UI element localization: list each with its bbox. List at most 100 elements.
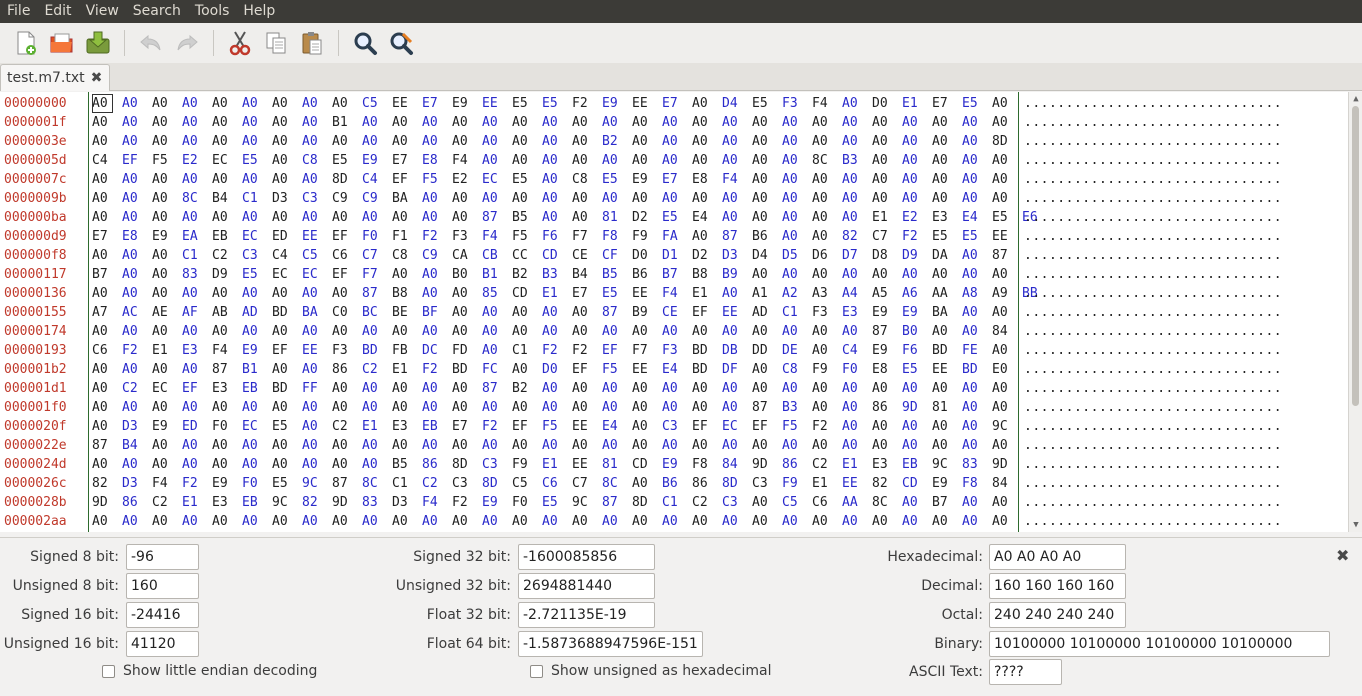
hex-byte[interactable]: A0 bbox=[572, 322, 602, 341]
hex-byte[interactable]: A0 bbox=[272, 436, 302, 455]
hex-byte[interactable]: A0 bbox=[152, 113, 182, 132]
hex-byte[interactable]: FC bbox=[482, 360, 512, 379]
hex-byte[interactable]: A0 bbox=[812, 379, 842, 398]
hex-byte[interactable]: A0 bbox=[542, 303, 572, 322]
hex-byte[interactable]: A0 bbox=[182, 512, 212, 531]
hex-byte[interactable]: E2 bbox=[182, 151, 212, 170]
hex-byte[interactable]: C2 bbox=[812, 455, 842, 474]
hex-byte[interactable]: C4 bbox=[842, 341, 872, 360]
hex-byte[interactable]: 8D bbox=[722, 474, 752, 493]
hex-byte[interactable]: A0 bbox=[212, 208, 242, 227]
hex-byte[interactable]: C9 bbox=[422, 246, 452, 265]
hex-byte[interactable]: A0 bbox=[392, 436, 422, 455]
hex-byte[interactable]: 9C bbox=[572, 493, 602, 512]
hex-byte[interactable]: FB bbox=[392, 341, 422, 360]
ascii-row[interactable]: ............................... bbox=[1024, 227, 1344, 246]
hex-byte[interactable]: E2 bbox=[902, 208, 932, 227]
hex-byte[interactable]: A0 bbox=[512, 113, 542, 132]
hex-byte[interactable]: A0 bbox=[722, 208, 752, 227]
hex-byte[interactable]: D7 bbox=[842, 246, 872, 265]
hex-byte[interactable]: F4 bbox=[722, 170, 752, 189]
hex-byte[interactable]: A0 bbox=[272, 398, 302, 417]
hex-byte[interactable]: 81 bbox=[602, 455, 632, 474]
hex-byte[interactable]: A0 bbox=[662, 189, 692, 208]
hex-byte[interactable]: A0 bbox=[542, 132, 572, 151]
scroll-up-icon[interactable]: ▲ bbox=[1351, 94, 1361, 104]
hex-byte[interactable]: F5 bbox=[512, 227, 542, 246]
hex-byte[interactable]: A0 bbox=[302, 417, 332, 436]
hex-byte[interactable]: B1 bbox=[242, 360, 272, 379]
hex-byte[interactable]: A0 bbox=[872, 113, 902, 132]
hex-byte[interactable]: A0 bbox=[782, 227, 812, 246]
hex-byte[interactable]: A0 bbox=[692, 94, 722, 113]
hex-byte[interactable]: B0 bbox=[902, 322, 932, 341]
hex-byte[interactable]: A0 bbox=[272, 284, 302, 303]
hex-byte[interactable]: A0 bbox=[812, 341, 842, 360]
hex-byte[interactable]: A0 bbox=[302, 512, 332, 531]
hex-byte[interactable]: C6 bbox=[542, 474, 572, 493]
hex-byte[interactable]: E3 bbox=[842, 303, 872, 322]
hex-byte[interactable]: A0 bbox=[632, 322, 662, 341]
hex-byte[interactable]: C4 bbox=[362, 170, 392, 189]
hex-byte[interactable]: A0 bbox=[122, 132, 152, 151]
hex-byte[interactable]: A0 bbox=[272, 132, 302, 151]
hex-byte[interactable]: 9D bbox=[752, 455, 782, 474]
hex-row[interactable]: 87 B4 A0 A0 A0 A0 A0 A0 A0 A0 A0 A0 A0 A0 A0 A0 A0 A0 A0 A0… bbox=[92, 436, 1016, 455]
hex-byte[interactable]: A0 bbox=[302, 170, 332, 189]
hex-byte[interactable]: A0 bbox=[392, 322, 422, 341]
redo-button[interactable] bbox=[172, 28, 202, 58]
hex-byte[interactable]: A0 bbox=[932, 379, 962, 398]
hex-byte[interactable]: A0 bbox=[932, 170, 962, 189]
hex-byte[interactable]: A0 bbox=[842, 322, 872, 341]
hex-byte[interactable]: F4 bbox=[422, 493, 452, 512]
ascii-row[interactable]: ............................... bbox=[1024, 417, 1344, 436]
signed32-field[interactable]: -1600085856 bbox=[518, 544, 655, 570]
hex-byte[interactable]: A0 bbox=[752, 208, 782, 227]
hex-byte[interactable]: A0 bbox=[242, 170, 272, 189]
hex-byte[interactable]: EE bbox=[932, 360, 962, 379]
hex-byte[interactable]: A0 bbox=[272, 113, 302, 132]
hex-byte[interactable]: A0 bbox=[182, 208, 212, 227]
hex-byte[interactable]: A0 bbox=[722, 322, 752, 341]
hex-byte[interactable]: E7 bbox=[92, 227, 122, 246]
hex-byte[interactable]: A0 bbox=[272, 151, 302, 170]
hex-byte[interactable]: A2 bbox=[782, 284, 812, 303]
hex-byte[interactable]: A0 bbox=[452, 189, 482, 208]
unsigned32-field[interactable]: 2694881440 bbox=[518, 573, 655, 599]
hex-byte[interactable]: A0 bbox=[482, 322, 512, 341]
hex-byte[interactable]: 82 bbox=[872, 474, 902, 493]
menu-tools[interactable]: Tools bbox=[188, 0, 237, 23]
hex-byte[interactable]: A0 bbox=[872, 417, 902, 436]
hex-byte[interactable]: 8C bbox=[602, 474, 632, 493]
hex-byte[interactable]: 8C bbox=[362, 474, 392, 493]
hex-byte[interactable]: A0 bbox=[122, 284, 152, 303]
hex-byte[interactable]: EE bbox=[392, 94, 422, 113]
hex-byte[interactable]: F2 bbox=[482, 417, 512, 436]
hex-byte[interactable]: A0 bbox=[722, 113, 752, 132]
hex-byte[interactable]: F0 bbox=[362, 227, 392, 246]
hex-byte[interactable]: A0 bbox=[512, 132, 542, 151]
hex-byte[interactable]: E1 bbox=[182, 493, 212, 512]
hex-byte[interactable]: A0 bbox=[962, 493, 992, 512]
hex-byte[interactable]: F5 bbox=[602, 360, 632, 379]
hex-byte[interactable]: F4 bbox=[482, 227, 512, 246]
hex-byte[interactable]: C0 bbox=[332, 303, 362, 322]
hex-byte[interactable]: D3 bbox=[272, 189, 302, 208]
hex-byte[interactable]: A0 bbox=[572, 151, 602, 170]
hex-byte[interactable]: E5 bbox=[602, 284, 632, 303]
hex-byte[interactable]: C2 bbox=[122, 379, 152, 398]
hex-byte[interactable]: A7 bbox=[92, 303, 122, 322]
hex-byte[interactable]: E9 bbox=[662, 455, 692, 474]
hex-byte[interactable]: 87 bbox=[482, 208, 512, 227]
hex-byte[interactable]: C2 bbox=[422, 474, 452, 493]
hex-byte[interactable]: A0 bbox=[752, 113, 782, 132]
hex-byte[interactable]: A0 bbox=[572, 436, 602, 455]
hex-byte[interactable]: A0 bbox=[482, 512, 512, 531]
hex-byte[interactable]: F6 bbox=[902, 341, 932, 360]
hex-byte[interactable]: A0 bbox=[302, 322, 332, 341]
hex-byte[interactable]: A0 bbox=[392, 113, 422, 132]
hex-byte[interactable]: A0 bbox=[812, 398, 842, 417]
hex-byte[interactable]: A0 bbox=[302, 208, 332, 227]
hex-byte[interactable]: E9 bbox=[212, 474, 242, 493]
hex-byte[interactable]: D9 bbox=[212, 265, 242, 284]
